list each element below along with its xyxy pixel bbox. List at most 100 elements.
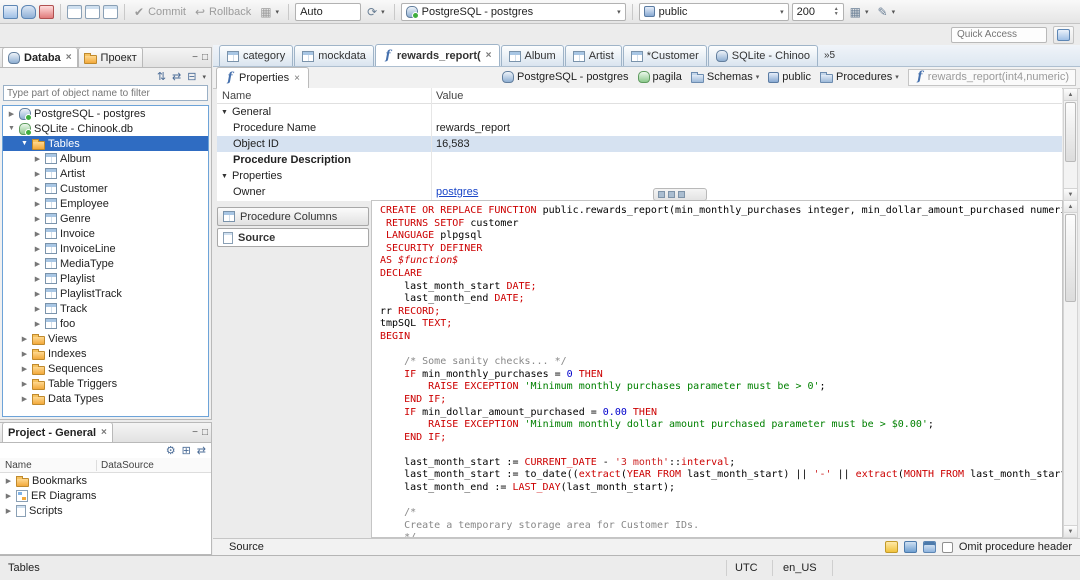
tree-item-album[interactable]: ▶ Album [3,151,208,166]
edit-options-dropdown[interactable]: ✎ ▾ [875,2,899,22]
properties-scrollbar[interactable]: ▲ ▼ [1063,88,1078,201]
tree-expand-arrow[interactable]: ▶ [33,260,42,268]
locale-label[interactable]: en_US [783,562,817,574]
transaction-log-dropdown[interactable]: ▦ ▾ [257,2,282,22]
export-source-icon[interactable] [884,541,898,553]
tree-expand-arrow[interactable]: ▶ [33,230,42,238]
refresh-dropdown[interactable]: ⟳ ▾ [364,2,388,22]
tree-item-invoiceline[interactable]: ▶ InvoiceLine [3,241,208,256]
tree-expand-arrow[interactable]: ▶ [20,335,29,343]
tree-expand-arrow[interactable]: ▶ [33,155,42,163]
link-with-editor-icon[interactable]: ⇄ [172,70,181,83]
project-item-bookmarks[interactable]: ▶ Bookmarks [0,473,211,488]
tree-expand-arrow[interactable]: ▶ [33,215,42,223]
editor-floating-toolbar[interactable] [653,188,707,201]
tree-expand-arrow[interactable]: ▶ [7,110,16,118]
scroll-down-icon[interactable]: ▼ [1064,188,1077,200]
tree-expand-arrow[interactable]: ▶ [33,320,42,328]
minimize-icon[interactable]: − [192,52,198,64]
tree-item-artist[interactable]: ▶ Artist [3,166,208,181]
tree-item-sqlite-chinook-db[interactable]: ▼ SQLite - Chinook.db [3,121,208,136]
fetch-size-input[interactable]: 200 ▲ ▼ [791,2,844,21]
breadcrumb-item-rewards-report-int4-numeric[interactable]: f rewards_report(int4,numeric) [907,68,1076,86]
tree-expand-arrow[interactable]: ▶ [4,492,13,500]
editor-tab-sqlite-chinoo[interactable]: SQLite - Chinoo [707,45,818,66]
tree-item-indexes[interactable]: ▶ Indexes [3,346,208,361]
view-tab-проект[interactable]: Проект [77,47,143,67]
autocommit-select[interactable]: Auto [295,2,362,21]
datasource-select[interactable]: PostgreSQL - postgres ▾ [400,2,626,21]
schema-select[interactable]: public ▾ [638,2,789,21]
tab-properties[interactable]: f Properties × [216,67,309,88]
editor-page-label[interactable]: Source [229,541,264,553]
property-row-procedure-name[interactable]: Procedure Name rewards_report [217,120,1062,136]
tree-item-playlist[interactable]: ▶ Playlist [3,271,208,286]
rollback-button[interactable]: ↩ Rollback [192,2,254,22]
tree-expand-arrow[interactable]: ▶ [33,170,42,178]
tree-item-customer[interactable]: ▶ Customer [3,181,208,196]
scroll-down-icon[interactable]: ▼ [1064,525,1077,537]
disconnect-icon[interactable] [39,4,54,19]
scroll-up-icon[interactable]: ▲ [1064,89,1077,101]
tree-expand-arrow[interactable]: ▶ [33,200,42,208]
tree-expand-arrow[interactable]: ▶ [33,185,42,193]
tree-expand-arrow[interactable]: ▶ [20,365,29,373]
recent-sql-icon[interactable] [103,4,118,19]
source-scrollbar[interactable]: ▲ ▼ [1063,200,1078,538]
tree-expand-arrow[interactable]: ▶ [33,275,42,283]
property-value[interactable]: postgres [431,186,1062,198]
editor-tab-mockdata[interactable]: mockdata [294,45,374,66]
fetch-size-stepper[interactable]: ▲ ▼ [834,6,839,17]
save-source-icon[interactable] [903,541,917,553]
tree-expand-arrow[interactable]: ▶ [4,507,13,515]
tree-item-sequences[interactable]: ▶ Sequences [3,361,208,376]
tree-item-track[interactable]: ▶ Track [3,301,208,316]
group-collapse-arrow[interactable]: ▼ [221,109,228,116]
tree-item-foo[interactable]: ▶ foo [3,316,208,331]
tree-item-mediatype[interactable]: ▶ MediaType [3,256,208,271]
group-collapse-arrow[interactable]: ▼ [221,173,228,180]
view-tab-databa[interactable]: Databa × [2,47,78,67]
scroll-up-icon[interactable]: ▲ [1064,201,1077,213]
property-row-object-id[interactable]: Object ID 16,583 [217,136,1062,152]
column-datasource[interactable]: DataSource [97,460,154,471]
new-window-icon[interactable] [3,4,18,19]
property-row-procedure-description[interactable]: Procedure Description [217,152,1062,168]
new-connection-icon[interactable] [21,4,36,19]
breadcrumb-item-procedures[interactable]: Procedures ▾ [820,71,899,83]
tree-item-table-triggers[interactable]: ▶ Table Triggers [3,376,208,391]
tree-expand-arrow[interactable]: ▶ [33,305,42,313]
tree-item-tables[interactable]: ▼ Tables [3,136,208,151]
chevron-down-icon[interactable]: ▾ [756,73,760,81]
close-icon[interactable]: × [101,427,107,438]
gear-icon[interactable]: ⚙ [166,444,176,457]
minimize-icon[interactable]: − [192,427,198,439]
tree-item-invoice[interactable]: ▶ Invoice [3,226,208,241]
editor-tab-customer[interactable]: *Customer [622,45,707,66]
project-item-scripts[interactable]: ▶ Scripts [0,503,211,518]
tree-expand-arrow[interactable]: ▶ [33,245,42,253]
open-in-sql-editor-icon[interactable] [922,541,936,553]
tree-expand-arrow[interactable]: ▶ [33,290,42,298]
source-viewer[interactable]: CREATE OR REPLACE FUNCTION public.reward… [371,200,1063,538]
tree-item-data-types[interactable]: ▶ Data Types [3,391,208,406]
tree-expand-arrow[interactable]: ▶ [20,350,29,358]
tree-item-employee[interactable]: ▶ Employee [3,196,208,211]
breadcrumb-item-pagila[interactable]: pagila [637,71,682,83]
editor-tab-rewards-report[interactable]: f rewards_report(× [374,44,500,66]
link-with-editor-icon[interactable]: ⇄ [197,444,206,457]
object-filter-input[interactable] [3,85,208,101]
new-sql-editor-icon[interactable] [67,4,82,19]
fetch-options-dropdown[interactable]: ▦ ▾ [847,2,872,22]
property-row-general[interactable]: ▼ General [217,104,1062,120]
editor-tab-artist[interactable]: Artist [564,45,622,66]
tab-project-general[interactable]: Project - General × [2,422,113,442]
timezone-label[interactable]: UTC [735,562,758,574]
close-icon[interactable]: × [486,50,492,61]
add-icon[interactable]: ⊞ [182,444,191,457]
omit-procedure-header-checkbox[interactable] [941,541,953,553]
view-menu-icon[interactable]: ▾ [202,73,206,81]
breadcrumb-item-postgresql-postgres[interactable]: PostgreSQL - postgres [502,71,629,83]
grid-column-name[interactable]: Name [217,90,431,102]
property-row-properties[interactable]: ▼ Properties [217,168,1062,184]
